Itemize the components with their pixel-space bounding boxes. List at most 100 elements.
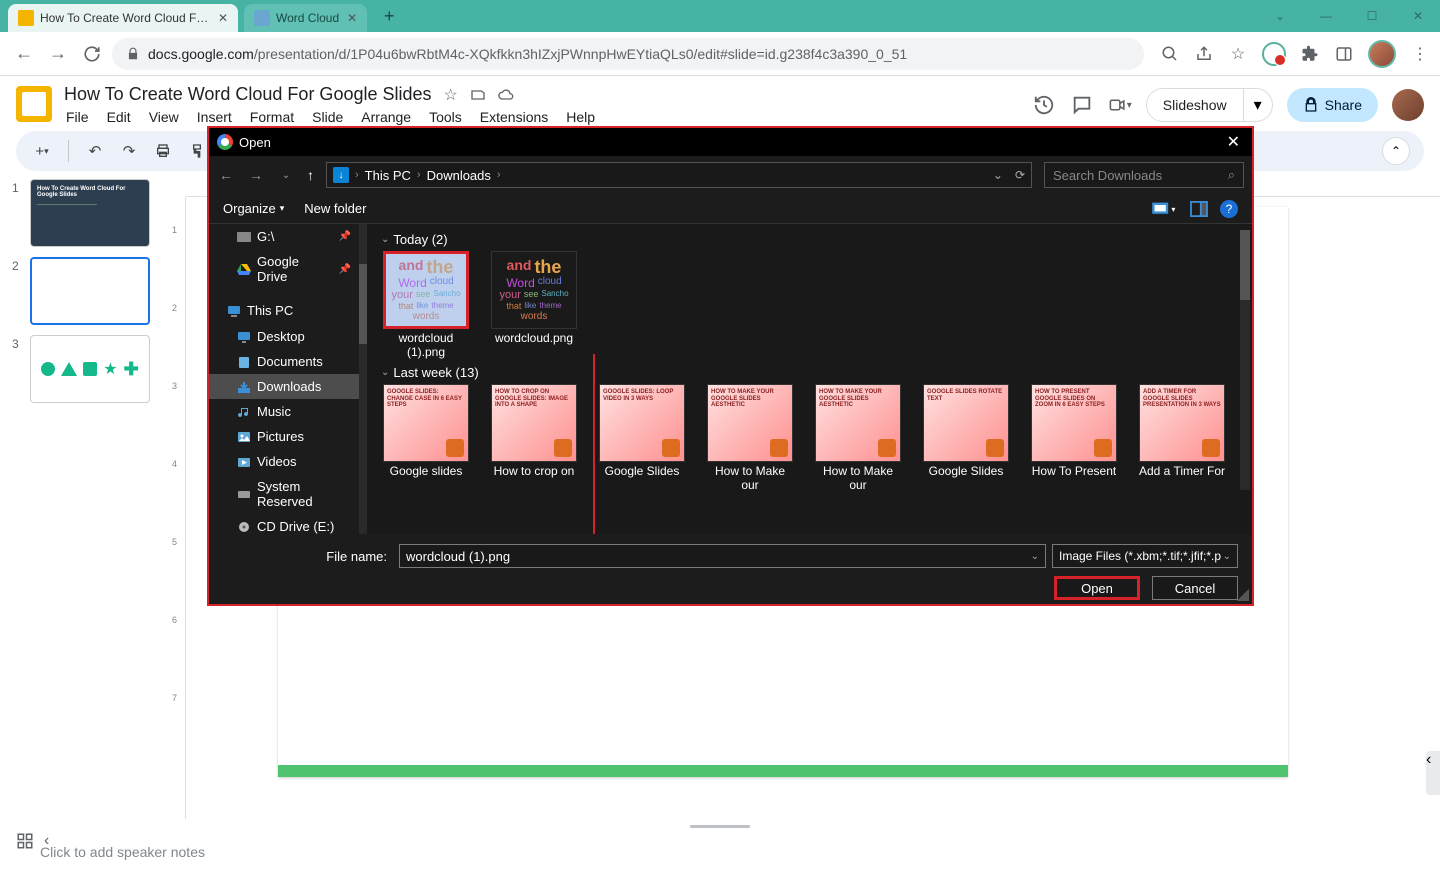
resize-grip[interactable] (1237, 589, 1249, 601)
paint-format-button[interactable] (185, 139, 209, 163)
menu-extensions[interactable]: Extensions (478, 107, 550, 127)
file-item[interactable]: HOW TO MAKE YOUR GOOGLE SLIDES AESTHETIC… (813, 384, 903, 492)
slide-thumbnail-3[interactable]: ★✚ (30, 335, 150, 403)
undo-button[interactable]: ↶ (83, 139, 107, 163)
sidebar-scrollbar[interactable] (359, 224, 367, 534)
file-item[interactable]: HOW TO CROP ON GOOGLE SLIDES: IMAGE INTO… (489, 384, 579, 492)
sidepanel-icon[interactable] (1334, 44, 1354, 64)
new-folder-button[interactable]: New folder (304, 201, 366, 216)
nav-recent-icon[interactable]: ⌄ (277, 170, 295, 181)
slideshow-dropdown[interactable]: ▾ (1244, 88, 1273, 122)
sidebar-item-music[interactable]: Music (209, 399, 359, 424)
chevron-left-icon[interactable]: ‹ (44, 832, 49, 850)
organize-menu[interactable]: Organize ▾ (223, 201, 284, 216)
file-item[interactable]: HOW TO MAKE YOUR GOOGLE SLIDES AESTHETIC… (705, 384, 795, 492)
speaker-notes[interactable]: Click to add speaker notes (16, 834, 1424, 884)
doc-title[interactable]: How To Create Word Cloud For Google Slid… (64, 84, 432, 105)
file-item[interactable]: ADD A TIMER FOR GOOGLE SLIDES PRESENTATI… (1137, 384, 1227, 492)
sidebar-item-googledrive[interactable]: Google Drive 📌 (209, 249, 359, 289)
menu-help[interactable]: Help (564, 107, 597, 127)
breadcrumb-dropdown-icon[interactable]: ⌄ (993, 168, 1003, 182)
content-scrollbar[interactable] (1240, 230, 1250, 490)
sidebar-item-drive-g[interactable]: G:\ 📌 (209, 224, 359, 249)
file-item[interactable]: GOOGLE SLIDES: CHANGE CASE IN 6 EASY STE… (381, 384, 471, 492)
breadcrumb-refresh-icon[interactable]: ⟳ (1015, 168, 1025, 182)
profile-avatar-slides[interactable] (1392, 89, 1424, 121)
slide-thumbnail-1[interactable]: How To Create Word Cloud For Google Slid… (30, 179, 150, 247)
file-item[interactable]: HOW TO PRESENT GOOGLE SLIDES ON ZOOM IN … (1029, 384, 1119, 492)
print-button[interactable] (151, 139, 175, 163)
sidebar-item-downloads[interactable]: Downloads (209, 374, 359, 399)
comments-icon[interactable] (1070, 93, 1094, 117)
browser-menu-icon[interactable]: ⋮ (1410, 44, 1430, 64)
bookmark-icon[interactable]: ☆ (1228, 44, 1248, 64)
menu-view[interactable]: View (147, 107, 181, 127)
zoom-icon[interactable] (1160, 44, 1180, 64)
star-icon[interactable]: ☆ (444, 85, 458, 105)
back-button[interactable]: ← (10, 40, 38, 68)
meet-icon[interactable]: ▾ (1108, 93, 1132, 117)
new-slide-button[interactable]: + ▾ (30, 139, 54, 163)
file-item[interactable]: andtheWordcloudyourseeSanchothatlikethem… (489, 251, 579, 359)
file-group-header[interactable]: ⌄Last week (13) (381, 365, 1238, 380)
breadcrumb-item[interactable]: This PC (365, 168, 411, 183)
menu-insert[interactable]: Insert (195, 107, 234, 127)
sidebar-item-cddrivee[interactable]: CD Drive (E:) (209, 514, 359, 534)
breadcrumb-item[interactable]: Downloads (427, 168, 491, 183)
breadcrumb[interactable]: ↓ › This PC › Downloads › ⌄⟳ (326, 162, 1032, 188)
menu-format[interactable]: Format (248, 107, 296, 127)
history-icon[interactable] (1032, 93, 1056, 117)
window-dropdown-icon[interactable]: ⌄ (1258, 0, 1302, 32)
chevron-down-icon[interactable]: ⌄ (1223, 551, 1231, 562)
slides-logo-icon[interactable] (16, 86, 52, 122)
close-icon[interactable]: ✕ (218, 11, 228, 25)
cancel-button[interactable]: Cancel (1152, 576, 1238, 600)
chevron-down-icon[interactable]: ⌄ (1031, 551, 1039, 562)
reload-button[interactable] (78, 40, 106, 68)
preview-pane-button[interactable] (1190, 201, 1208, 217)
notes-divider[interactable] (690, 825, 750, 828)
open-button[interactable]: Open (1054, 576, 1140, 600)
close-window-icon[interactable]: ✕ (1396, 0, 1440, 32)
share-button[interactable]: Share (1287, 88, 1378, 122)
menu-edit[interactable]: Edit (105, 107, 133, 127)
file-item[interactable]: GOOGLE SLIDES: LOOP VIDEO IN 3 WAYSGoogl… (597, 384, 687, 492)
maximize-icon[interactable]: ☐ (1350, 0, 1394, 32)
share-url-icon[interactable] (1194, 44, 1214, 64)
slideshow-button[interactable]: Slideshow (1146, 88, 1244, 122)
extensions-puzzle-icon[interactable] (1300, 44, 1320, 64)
forward-button[interactable]: → (44, 40, 72, 68)
nav-up-icon[interactable]: ↑ (307, 167, 314, 183)
browser-tab-inactive[interactable]: Word Cloud ✕ (244, 4, 367, 32)
move-icon[interactable] (470, 87, 486, 103)
nav-back-icon[interactable]: ← (217, 167, 235, 183)
close-dialog-button[interactable]: ✕ (1223, 132, 1244, 152)
menu-file[interactable]: File (64, 107, 91, 127)
grid-view-icon[interactable] (16, 832, 34, 850)
menu-tools[interactable]: Tools (427, 107, 464, 127)
file-group-header[interactable]: ⌄Today (2) (381, 232, 1238, 247)
address-bar[interactable]: docs.google.com/presentation/d/1P04u6bwR… (112, 38, 1144, 70)
profile-avatar-browser[interactable] (1368, 40, 1396, 68)
menu-arrange[interactable]: Arrange (359, 107, 413, 127)
nav-forward-icon[interactable]: → (247, 167, 265, 183)
file-item[interactable]: GOOGLE SLIDES ROTATE TEXTGoogle Slides (921, 384, 1011, 492)
sidebar-item-systemreserved[interactable]: System Reserved (209, 474, 359, 514)
sidebar-item-documents[interactable]: Documents (209, 349, 359, 374)
redo-button[interactable]: ↷ (117, 139, 141, 163)
sidebar-item-desktop[interactable]: Desktop (209, 324, 359, 349)
sidebar-item-videos[interactable]: Videos (209, 449, 359, 474)
explore-tab[interactable]: ‹ (1426, 751, 1440, 795)
help-icon[interactable]: ? (1220, 200, 1238, 218)
extension-icon[interactable] (1262, 42, 1286, 66)
slide-thumbnail-2[interactable] (30, 257, 150, 325)
sidebar-item-this-pc[interactable]: This PC (209, 297, 359, 324)
file-name-input[interactable]: wordcloud (1).png ⌄ (399, 544, 1046, 568)
menu-slide[interactable]: Slide (310, 107, 345, 127)
search-input[interactable]: Search Downloads ⌕ (1044, 162, 1244, 188)
view-mode-button[interactable]: ▾ (1152, 201, 1178, 217)
sidebar-item-pictures[interactable]: Pictures (209, 424, 359, 449)
browser-tab-active[interactable]: How To Create Word Cloud For G ✕ (8, 4, 238, 32)
file-type-select[interactable]: Image Files (*.xbm;*.tif;*.jfif;*.p ⌄ (1052, 544, 1238, 568)
close-icon[interactable]: ✕ (347, 11, 357, 25)
